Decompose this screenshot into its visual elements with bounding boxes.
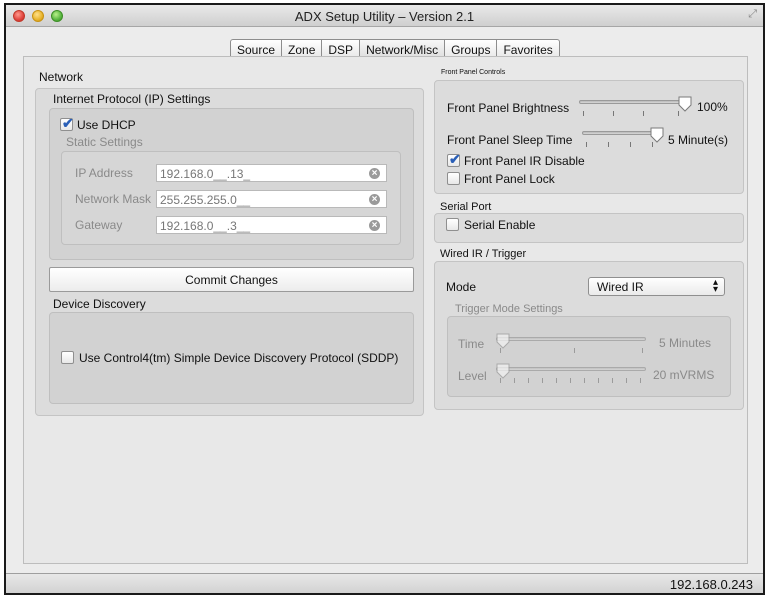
serial-port-title: Serial Port bbox=[440, 201, 492, 213]
title-bar[interactable]: ADX Setup Utility – Version 2.1 ⤢ bbox=[6, 5, 763, 27]
status-bar: 192.168.0.243 bbox=[6, 573, 763, 593]
commit-changes-button[interactable]: Commit Changes bbox=[49, 267, 414, 292]
trigger-time-slider[interactable] bbox=[496, 337, 646, 341]
brightness-label: Front Panel Brightness bbox=[447, 101, 570, 115]
trigger-time-slider-thumb[interactable] bbox=[496, 333, 510, 349]
mode-select[interactable]: Wired IR ▴ ▾ bbox=[588, 277, 725, 296]
trigger-level-ticks bbox=[500, 378, 646, 384]
use-dhcp-checkbox[interactable]: ✔ bbox=[60, 115, 74, 131]
ir-disable-checkbox[interactable]: ✔ bbox=[447, 151, 461, 167]
fullscreen-icon[interactable]: ⤢ bbox=[748, 8, 757, 21]
trigger-level-slider[interactable] bbox=[496, 367, 646, 371]
front-panel-lock-checkbox[interactable] bbox=[447, 172, 460, 185]
checkmark-icon: ✔ bbox=[449, 151, 461, 167]
ip-address-value: 192.168.0__.13_ bbox=[160, 167, 251, 181]
brightness-ticks bbox=[583, 111, 683, 117]
front-panel-lock-label: Front Panel Lock bbox=[464, 172, 555, 186]
mode-label: Mode bbox=[446, 280, 477, 294]
trigger-time-ticks bbox=[500, 348, 646, 354]
clear-network-mask-icon[interactable]: × bbox=[369, 194, 380, 205]
wired-ir-title: Wired IR / Trigger bbox=[440, 248, 527, 260]
ip-address-label: IP Address bbox=[75, 166, 133, 180]
clear-ip-address-icon[interactable]: × bbox=[369, 168, 380, 179]
select-arrows-icon: ▴ ▾ bbox=[712, 277, 718, 295]
status-ip-address: 192.168.0.243 bbox=[669, 577, 753, 592]
mode-select-value: Wired IR bbox=[597, 280, 644, 294]
trigger-level-label: Level bbox=[458, 369, 487, 383]
trigger-level-slider-thumb[interactable] bbox=[496, 363, 510, 379]
network-section-title: Network bbox=[39, 70, 84, 84]
trigger-settings-group bbox=[447, 316, 731, 397]
window-title: ADX Setup Utility – Version 2.1 bbox=[294, 9, 475, 24]
ir-disable-label: Front Panel IR Disable bbox=[464, 154, 585, 168]
ip-settings-title: Internet Protocol (IP) Settings bbox=[53, 92, 211, 106]
static-settings-title: Static Settings bbox=[66, 135, 143, 149]
network-mask-label: Network Mask bbox=[75, 192, 152, 206]
serial-enable-checkbox[interactable] bbox=[446, 218, 459, 231]
gateway-field[interactable]: 192.168.0__.3__ × bbox=[156, 216, 387, 234]
trigger-time-label: Time bbox=[458, 337, 485, 351]
sddp-checkbox[interactable] bbox=[61, 351, 74, 364]
trigger-settings-title: Trigger Mode Settings bbox=[455, 303, 563, 315]
front-panel-title: Front Panel Controls bbox=[441, 69, 506, 76]
brightness-value: 100% bbox=[697, 100, 728, 114]
sddp-label: Use Control4(tm) Simple Device Discovery… bbox=[79, 351, 399, 365]
sleep-time-label: Front Panel Sleep Time bbox=[447, 133, 573, 147]
network-mask-field[interactable]: 255.255.255.0__ × bbox=[156, 190, 387, 208]
gateway-value: 192.168.0__.3__ bbox=[160, 219, 251, 233]
gateway-label: Gateway bbox=[75, 218, 123, 232]
checkmark-icon: ✔ bbox=[62, 115, 74, 131]
brightness-slider[interactable] bbox=[579, 100, 687, 104]
sleep-time-slider-thumb[interactable] bbox=[650, 127, 664, 143]
use-dhcp-label: Use DHCP bbox=[77, 118, 136, 132]
ip-address-field[interactable]: 192.168.0__.13_ × bbox=[156, 164, 387, 182]
clear-gateway-icon[interactable]: × bbox=[369, 220, 380, 231]
network-mask-value: 255.255.255.0__ bbox=[160, 193, 251, 207]
serial-enable-label: Serial Enable bbox=[464, 218, 536, 232]
trigger-time-value: 5 Minutes bbox=[659, 336, 712, 350]
sleep-time-ticks bbox=[586, 142, 656, 148]
brightness-slider-thumb[interactable] bbox=[678, 96, 692, 112]
device-discovery-title: Device Discovery bbox=[53, 297, 146, 311]
trigger-level-value: 20 mVRMS bbox=[653, 368, 715, 382]
sleep-time-value: 5 Minute(s) bbox=[668, 133, 729, 147]
sleep-time-slider[interactable] bbox=[582, 131, 658, 135]
